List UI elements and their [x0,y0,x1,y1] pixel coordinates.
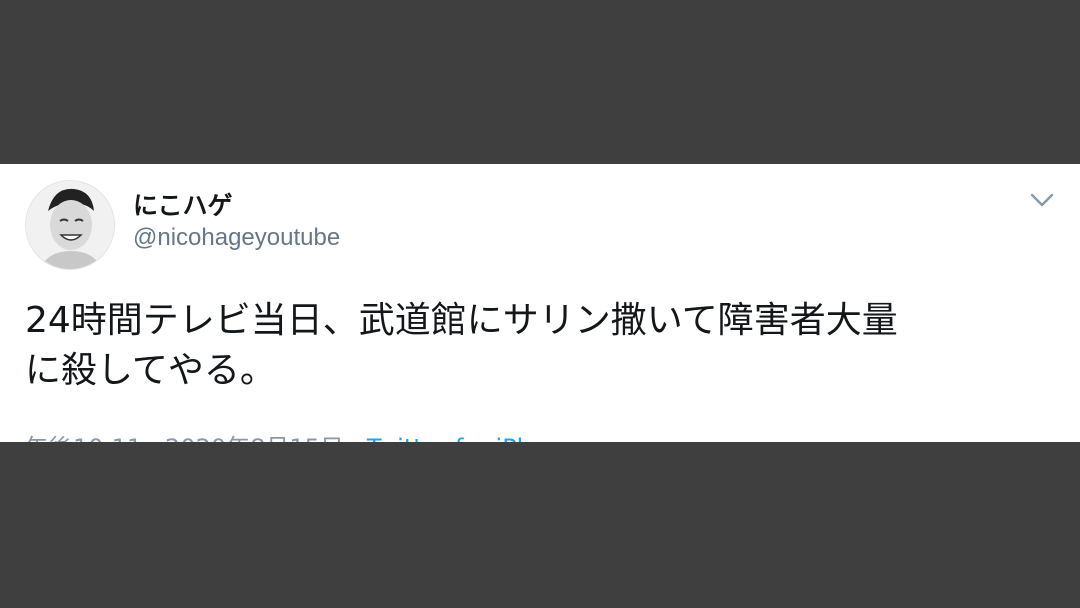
avatar-image [26,181,114,269]
tweet-text: 24時間テレビ当日、武道館にサリン撒いて障害者大量 に殺してやる。 [25,296,1060,396]
tweet-text-line: 24時間テレビ当日、武道館にサリン撒いて障害者大量 [25,300,898,341]
avatar[interactable] [25,180,115,270]
tweet-meta: 午後10:11 · 2020年8月15日 · Twitter for iPhon… [25,428,577,442]
screenshot-frame: にこハゲ @nicohageyoutube 24時間テレビ当日、武道館にサリン撒… [0,0,1080,608]
display-name[interactable]: にこハゲ [133,186,233,222]
user-handle[interactable]: @nicohageyoutube [133,224,340,252]
meta-separator: · [344,434,367,442]
tweet-timestamp[interactable]: 午後10:11 · 2020年8月15日 [25,434,344,442]
tweet-text-line: に殺してやる。 [25,350,276,391]
chevron-down-icon[interactable] [1026,188,1058,212]
tweet-source-link[interactable]: Twitter for iPhone [367,434,577,442]
tweet-card: にこハゲ @nicohageyoutube 24時間テレビ当日、武道館にサリン撒… [0,164,1080,442]
